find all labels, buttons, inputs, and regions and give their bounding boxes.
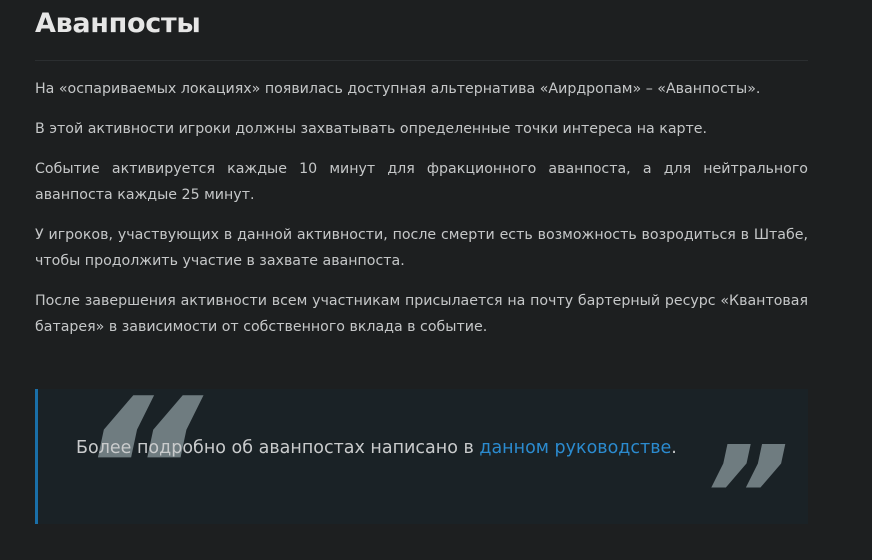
article-body: На «оспариваемых локациях» появилась дос…	[35, 76, 808, 354]
page-title: Аванпосты	[35, 8, 201, 39]
paragraph: На «оспариваемых локациях» появилась дос…	[35, 81, 761, 97]
title-divider	[35, 60, 808, 61]
guide-link[interactable]: данном руководстве	[479, 438, 671, 458]
quote-text-after: .	[671, 438, 677, 458]
quote-text: Более подробно об аванпостах написано в …	[76, 436, 677, 460]
paragraph: В этой активности игроки должны захватыв…	[35, 121, 708, 137]
blockquote: “ ” Более подробно об аванпостах написан…	[35, 389, 808, 524]
paragraph: После завершения активности всем участни…	[35, 293, 808, 335]
quote-text-before: Более подробно об аванпостах написано в	[76, 438, 480, 458]
paragraph: Событие активируется каждые 10 минут для…	[35, 161, 808, 203]
close-quote-icon: ”	[678, 417, 806, 524]
paragraph: У игроков, участвующих в данной активнос…	[35, 227, 808, 269]
